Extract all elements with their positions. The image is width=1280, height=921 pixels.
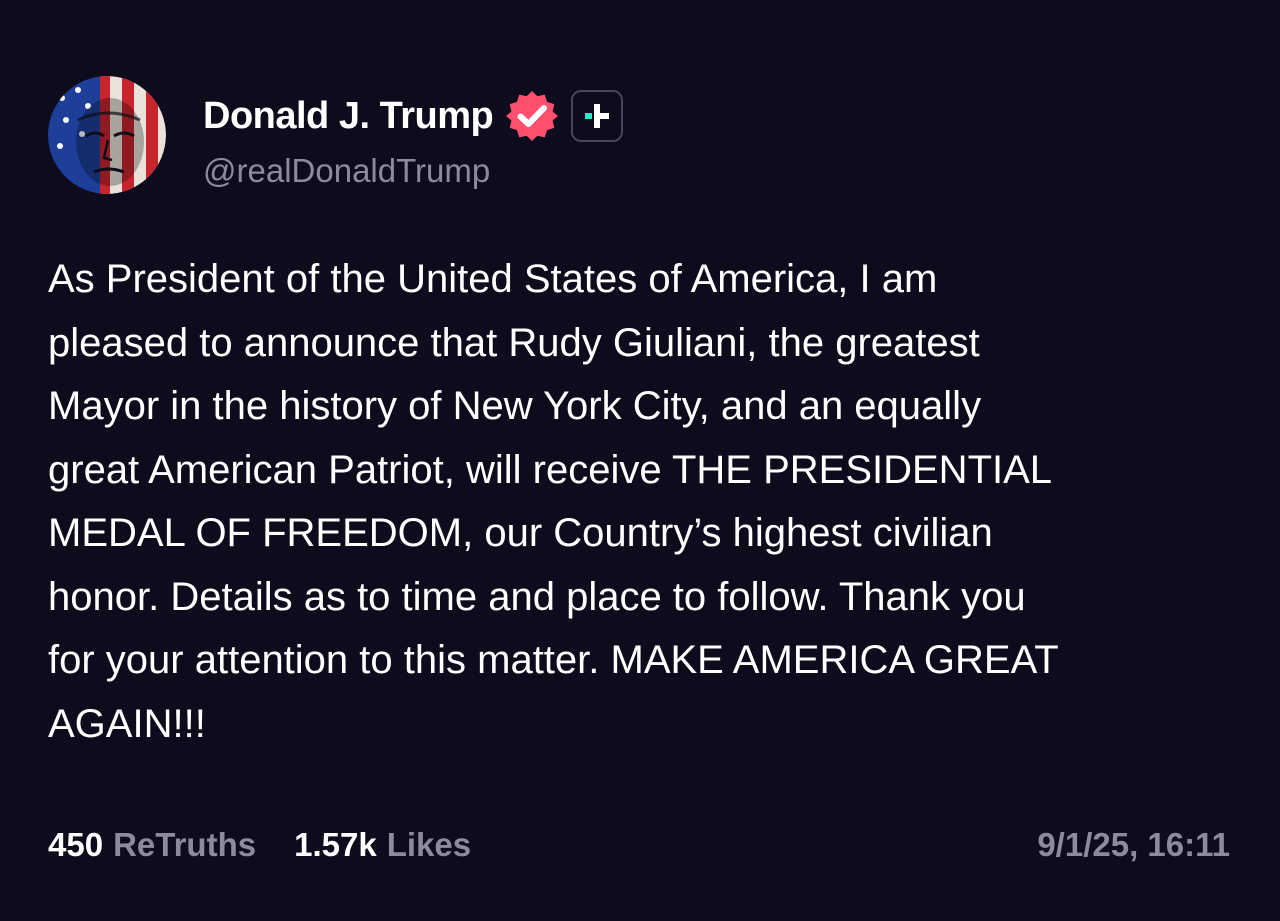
- likes-stat[interactable]: 1.57k Likes: [294, 826, 471, 864]
- post-body-text: As President of the United States of Ame…: [48, 257, 1059, 746]
- plus-badge[interactable]: [571, 90, 624, 142]
- verified-badge-icon: [506, 91, 559, 141]
- author-handle[interactable]: @realDonaldTrump: [203, 152, 490, 190]
- author-name-row: Donald J. Trump: [203, 90, 624, 142]
- post-stats: 450 ReTruths 1.57k Likes: [48, 822, 471, 868]
- plus-icon: [585, 104, 610, 128]
- retruths-count: 450: [48, 826, 104, 863]
- truth-post: Donald J. Trump @realDonaldTrump As Pres…: [0, 0, 1280, 921]
- post-timestamp: 9/1/25, 16:11: [1037, 826, 1230, 863]
- avatar-image: [48, 76, 166, 194]
- retruths-stat[interactable]: 450 ReTruths: [48, 826, 256, 864]
- avatar[interactable]: [48, 76, 166, 194]
- likes-label: Likes: [386, 826, 472, 863]
- author-display-name[interactable]: Donald J. Trump: [203, 95, 494, 138]
- likes-count: 1.57k: [294, 826, 377, 863]
- retruths-label: ReTruths: [113, 826, 257, 863]
